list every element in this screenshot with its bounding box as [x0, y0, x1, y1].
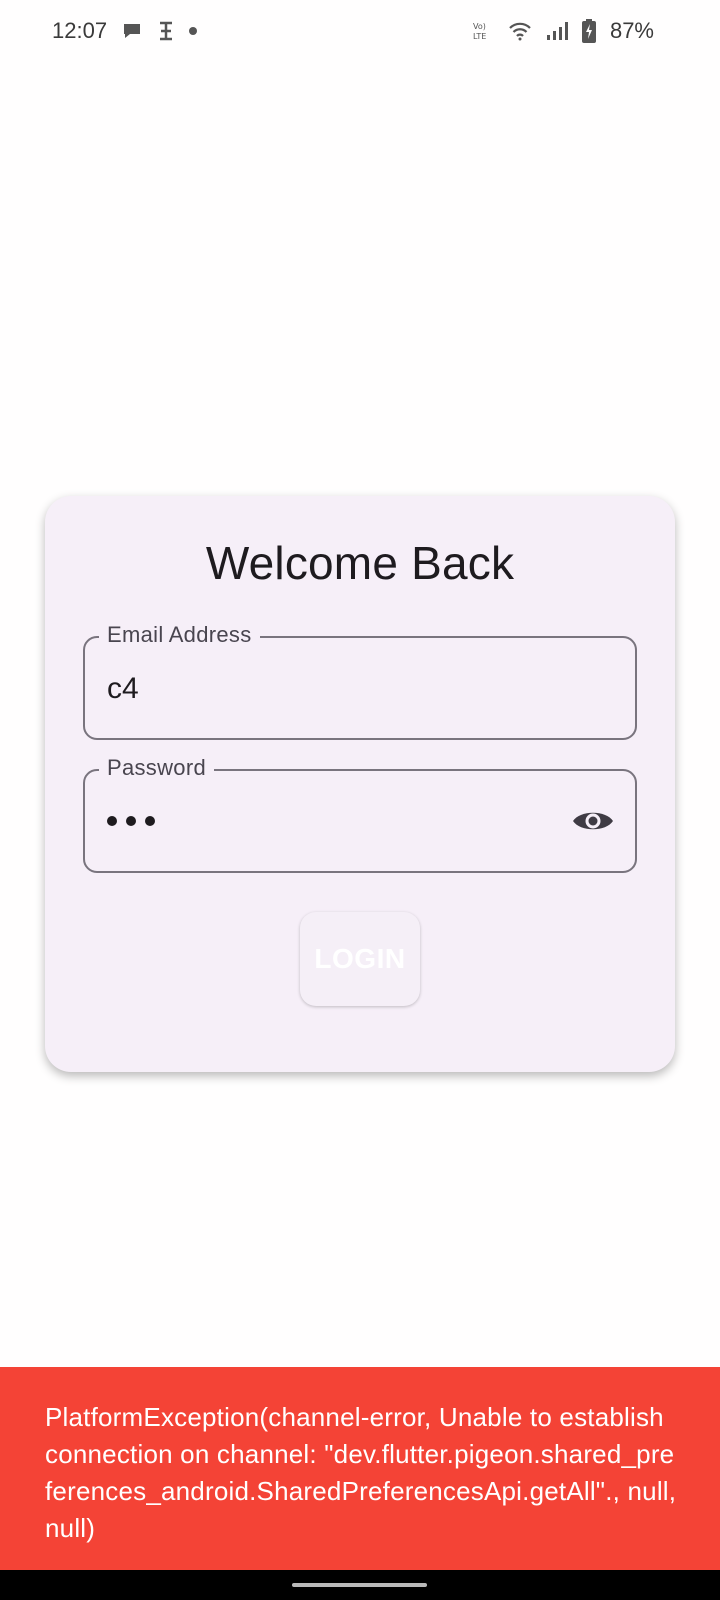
password-field[interactable]: Password: [83, 755, 637, 873]
password-dot: [126, 816, 136, 826]
error-snackbar: PlatformException(channel-error, Unable …: [0, 1367, 720, 1570]
gesture-handle[interactable]: [292, 1583, 427, 1587]
status-bar: 12:07 Vo) LTE 87%: [0, 0, 720, 62]
email-value[interactable]: c4: [107, 672, 139, 706]
volte-icon: Vo) LTE: [472, 21, 494, 41]
navigation-bar: [0, 1570, 720, 1600]
battery-percent: 87%: [609, 18, 654, 43]
password-dot: [145, 816, 155, 826]
eye-icon[interactable]: [571, 801, 615, 841]
svg-text:LTE: LTE: [473, 32, 486, 41]
password-label: Password: [99, 755, 214, 781]
login-screen: 12:07 Vo) LTE 87% Welcome Back Email Add…: [0, 0, 720, 1600]
email-label: Email Address: [99, 622, 260, 648]
signal-icon: [546, 21, 568, 41]
email-field[interactable]: Email Address c4: [83, 622, 637, 740]
battery-charging-icon: [581, 19, 596, 43]
login-card: Welcome Back Email Address c4 Password L…: [45, 496, 675, 1072]
password-dot: [107, 816, 117, 826]
welcome-title: Welcome Back: [205, 537, 515, 589]
dot-icon: [189, 27, 198, 35]
wifi-icon: [508, 21, 532, 41]
status-left: 12:07: [52, 18, 198, 44]
login-button[interactable]: LOGIN: [300, 912, 420, 1006]
password-value[interactable]: [107, 816, 155, 826]
error-message: PlatformException(channel-error, Unable …: [45, 1402, 677, 1543]
app-notification-icon: [157, 20, 175, 42]
status-time: 12:07: [52, 18, 108, 43]
svg-text:Vo): Vo): [473, 22, 486, 31]
status-right: Vo) LTE 87%: [472, 18, 654, 44]
chat-bubble-icon: [121, 20, 143, 42]
